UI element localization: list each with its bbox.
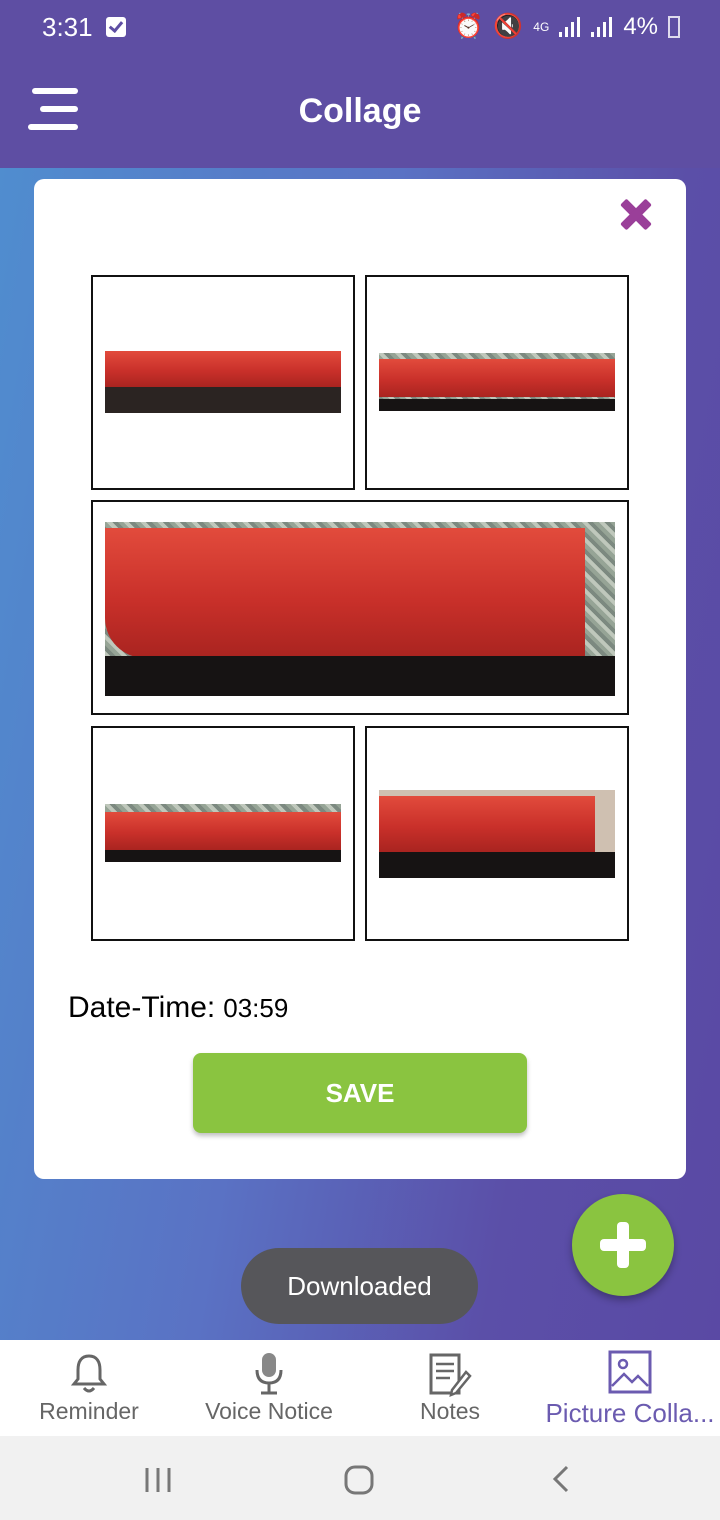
mute-icon: 🔇 [493,13,524,40]
nav-item-picture-collage[interactable]: Picture Colla... [540,1340,720,1436]
network-type: 4G [533,19,550,34]
date-time-value: 03:59 [223,993,289,1023]
status-bar: 3:31 ⏰ 🔇 4G 4% [0,0,720,56]
collage-photo [105,522,615,696]
alarm-icon: ⏰ [453,13,484,40]
collage-dialog: Date-Time: 03:59 SAVE [34,179,686,1179]
nav-label: Notes [419,1398,481,1424]
recent-apps-icon[interactable] [143,1466,173,1494]
collage-photo [105,804,341,862]
add-button[interactable] [572,1194,674,1296]
back-icon[interactable] [549,1464,573,1494]
collage-cell-5[interactable] [365,726,629,941]
checkbox-notification-icon [106,17,126,37]
close-icon[interactable] [612,191,660,239]
battery-percent: 4% [623,12,658,40]
notes-icon [429,1353,472,1398]
nav-item-voice-notice[interactable]: Voice Notice [178,1340,360,1436]
status-time: 3:31 [42,12,93,42]
app-bar: 3:31 ⏰ 🔇 4G 4% Collage [0,0,720,168]
collage-cell-1[interactable] [91,275,355,490]
battery-icon [668,15,680,38]
nav-item-notes[interactable]: Notes [360,1340,540,1436]
signal-icon-2 [591,16,613,37]
signal-icon [559,16,581,37]
microphone-icon [255,1353,283,1395]
nav-item-reminder[interactable]: Reminder [0,1340,178,1436]
system-navigation-bar [0,1436,720,1520]
collage-cell-2[interactable] [365,275,629,490]
save-button[interactable]: SAVE [193,1053,527,1133]
home-icon[interactable] [343,1464,375,1496]
picture-icon [608,1350,652,1394]
collage-photo [379,790,615,878]
bottom-navigation: Reminder Voice Notice Notes Picture Coll… [0,1340,720,1436]
date-time-row: Date-Time: 03:59 [68,991,288,1025]
collage-cell-3[interactable] [91,500,629,715]
nav-label: Reminder [39,1398,139,1424]
nav-label: Picture Colla... [545,1398,715,1428]
bell-icon [70,1354,108,1393]
page-title: Collage [298,92,422,130]
toast-message: Downloaded [241,1248,478,1324]
status-icons: ⏰ 🔇 4G 4% [454,12,680,41]
collage-photo [105,351,341,413]
collage-photo [379,353,615,411]
collage-cell-4[interactable] [91,726,355,941]
nav-label: Voice Notice [205,1398,333,1424]
date-time-label: Date-Time: [68,991,216,1024]
